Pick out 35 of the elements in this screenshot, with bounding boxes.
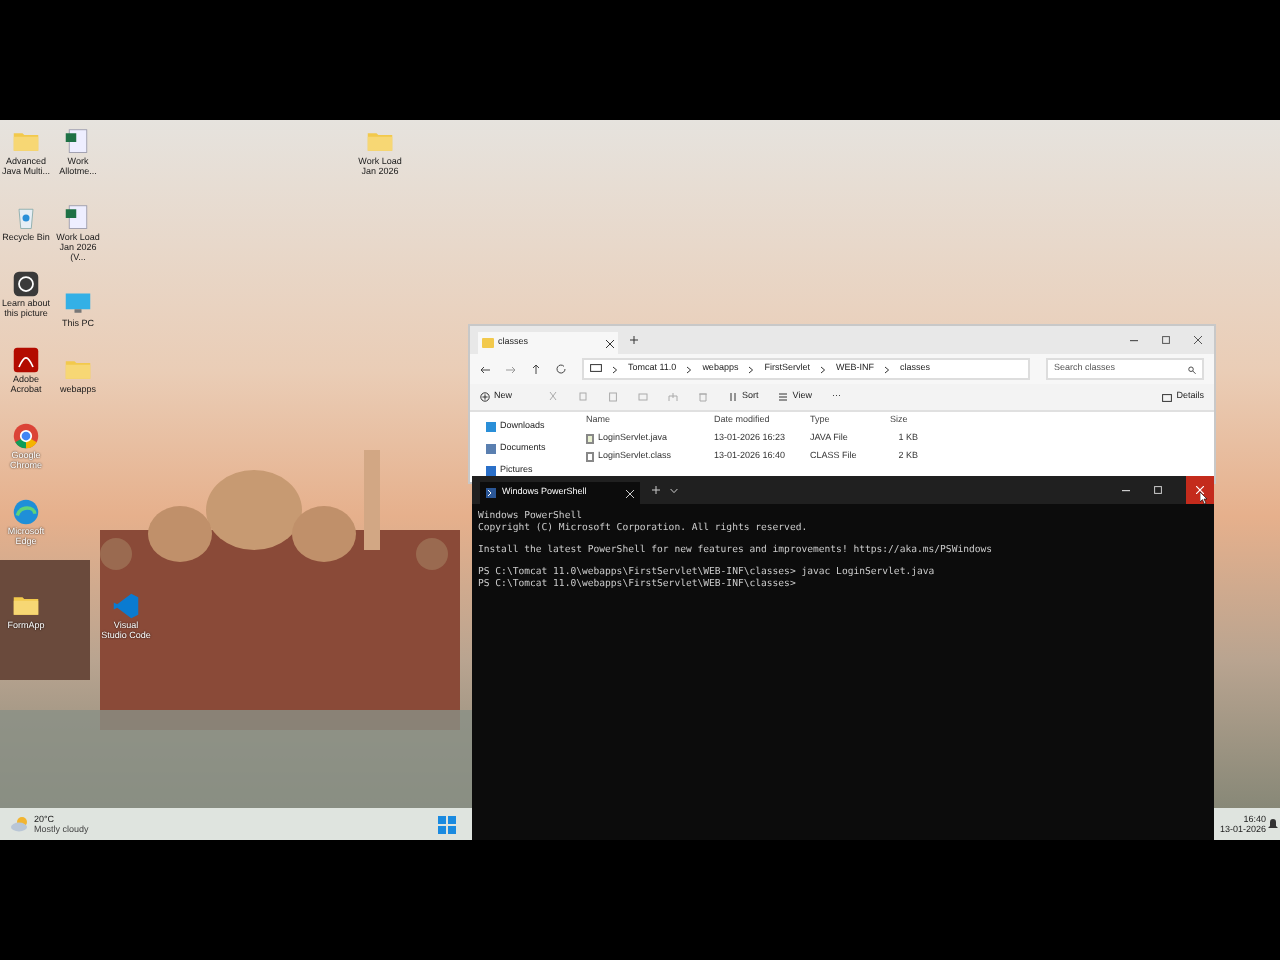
chevron-right-icon [612, 365, 618, 373]
minaret-shape [364, 450, 380, 550]
monitor-icon [590, 364, 602, 374]
windows-start-icon[interactable] [438, 815, 457, 833]
back-arrow-icon[interactable] [480, 365, 490, 373]
chevron-right-icon [686, 365, 693, 373]
chevron-down-icon[interactable] [670, 487, 678, 493]
plus-icon[interactable] [630, 336, 638, 344]
small-building-shape [0, 560, 90, 680]
plus-circle-icon [480, 392, 490, 402]
refresh-icon[interactable] [556, 364, 566, 374]
spreadsheet-file-icon[interactable] [64, 204, 92, 232]
close-icon [1196, 486, 1204, 494]
chevron-right-icon [819, 365, 826, 373]
list-icon [778, 392, 789, 402]
chevron-right-icon [883, 365, 890, 373]
close-icon[interactable] [1194, 336, 1202, 344]
dome-shape [416, 538, 448, 570]
chevron-right-icon [748, 365, 755, 373]
powershell-icon [486, 488, 496, 498]
recycle-bin-icon[interactable] [12, 204, 40, 232]
close-icon[interactable] [606, 339, 614, 347]
search-icon [1188, 365, 1196, 373]
maximize-icon[interactable] [1162, 336, 1170, 344]
up-arrow-icon[interactable] [532, 364, 540, 374]
chrome-icon[interactable] [12, 422, 40, 450]
mouse-cursor-icon [1200, 492, 1208, 504]
minimize-icon[interactable] [1130, 339, 1138, 341]
dome-shape [100, 538, 132, 570]
notification-bell-icon[interactable] [1268, 818, 1278, 830]
spreadsheet-file-icon[interactable] [64, 128, 92, 156]
minimize-icon[interactable] [1122, 489, 1130, 491]
details-pane-icon [1162, 393, 1173, 401]
close-button[interactable] [1186, 476, 1214, 504]
forward-arrow-icon[interactable] [506, 365, 516, 373]
